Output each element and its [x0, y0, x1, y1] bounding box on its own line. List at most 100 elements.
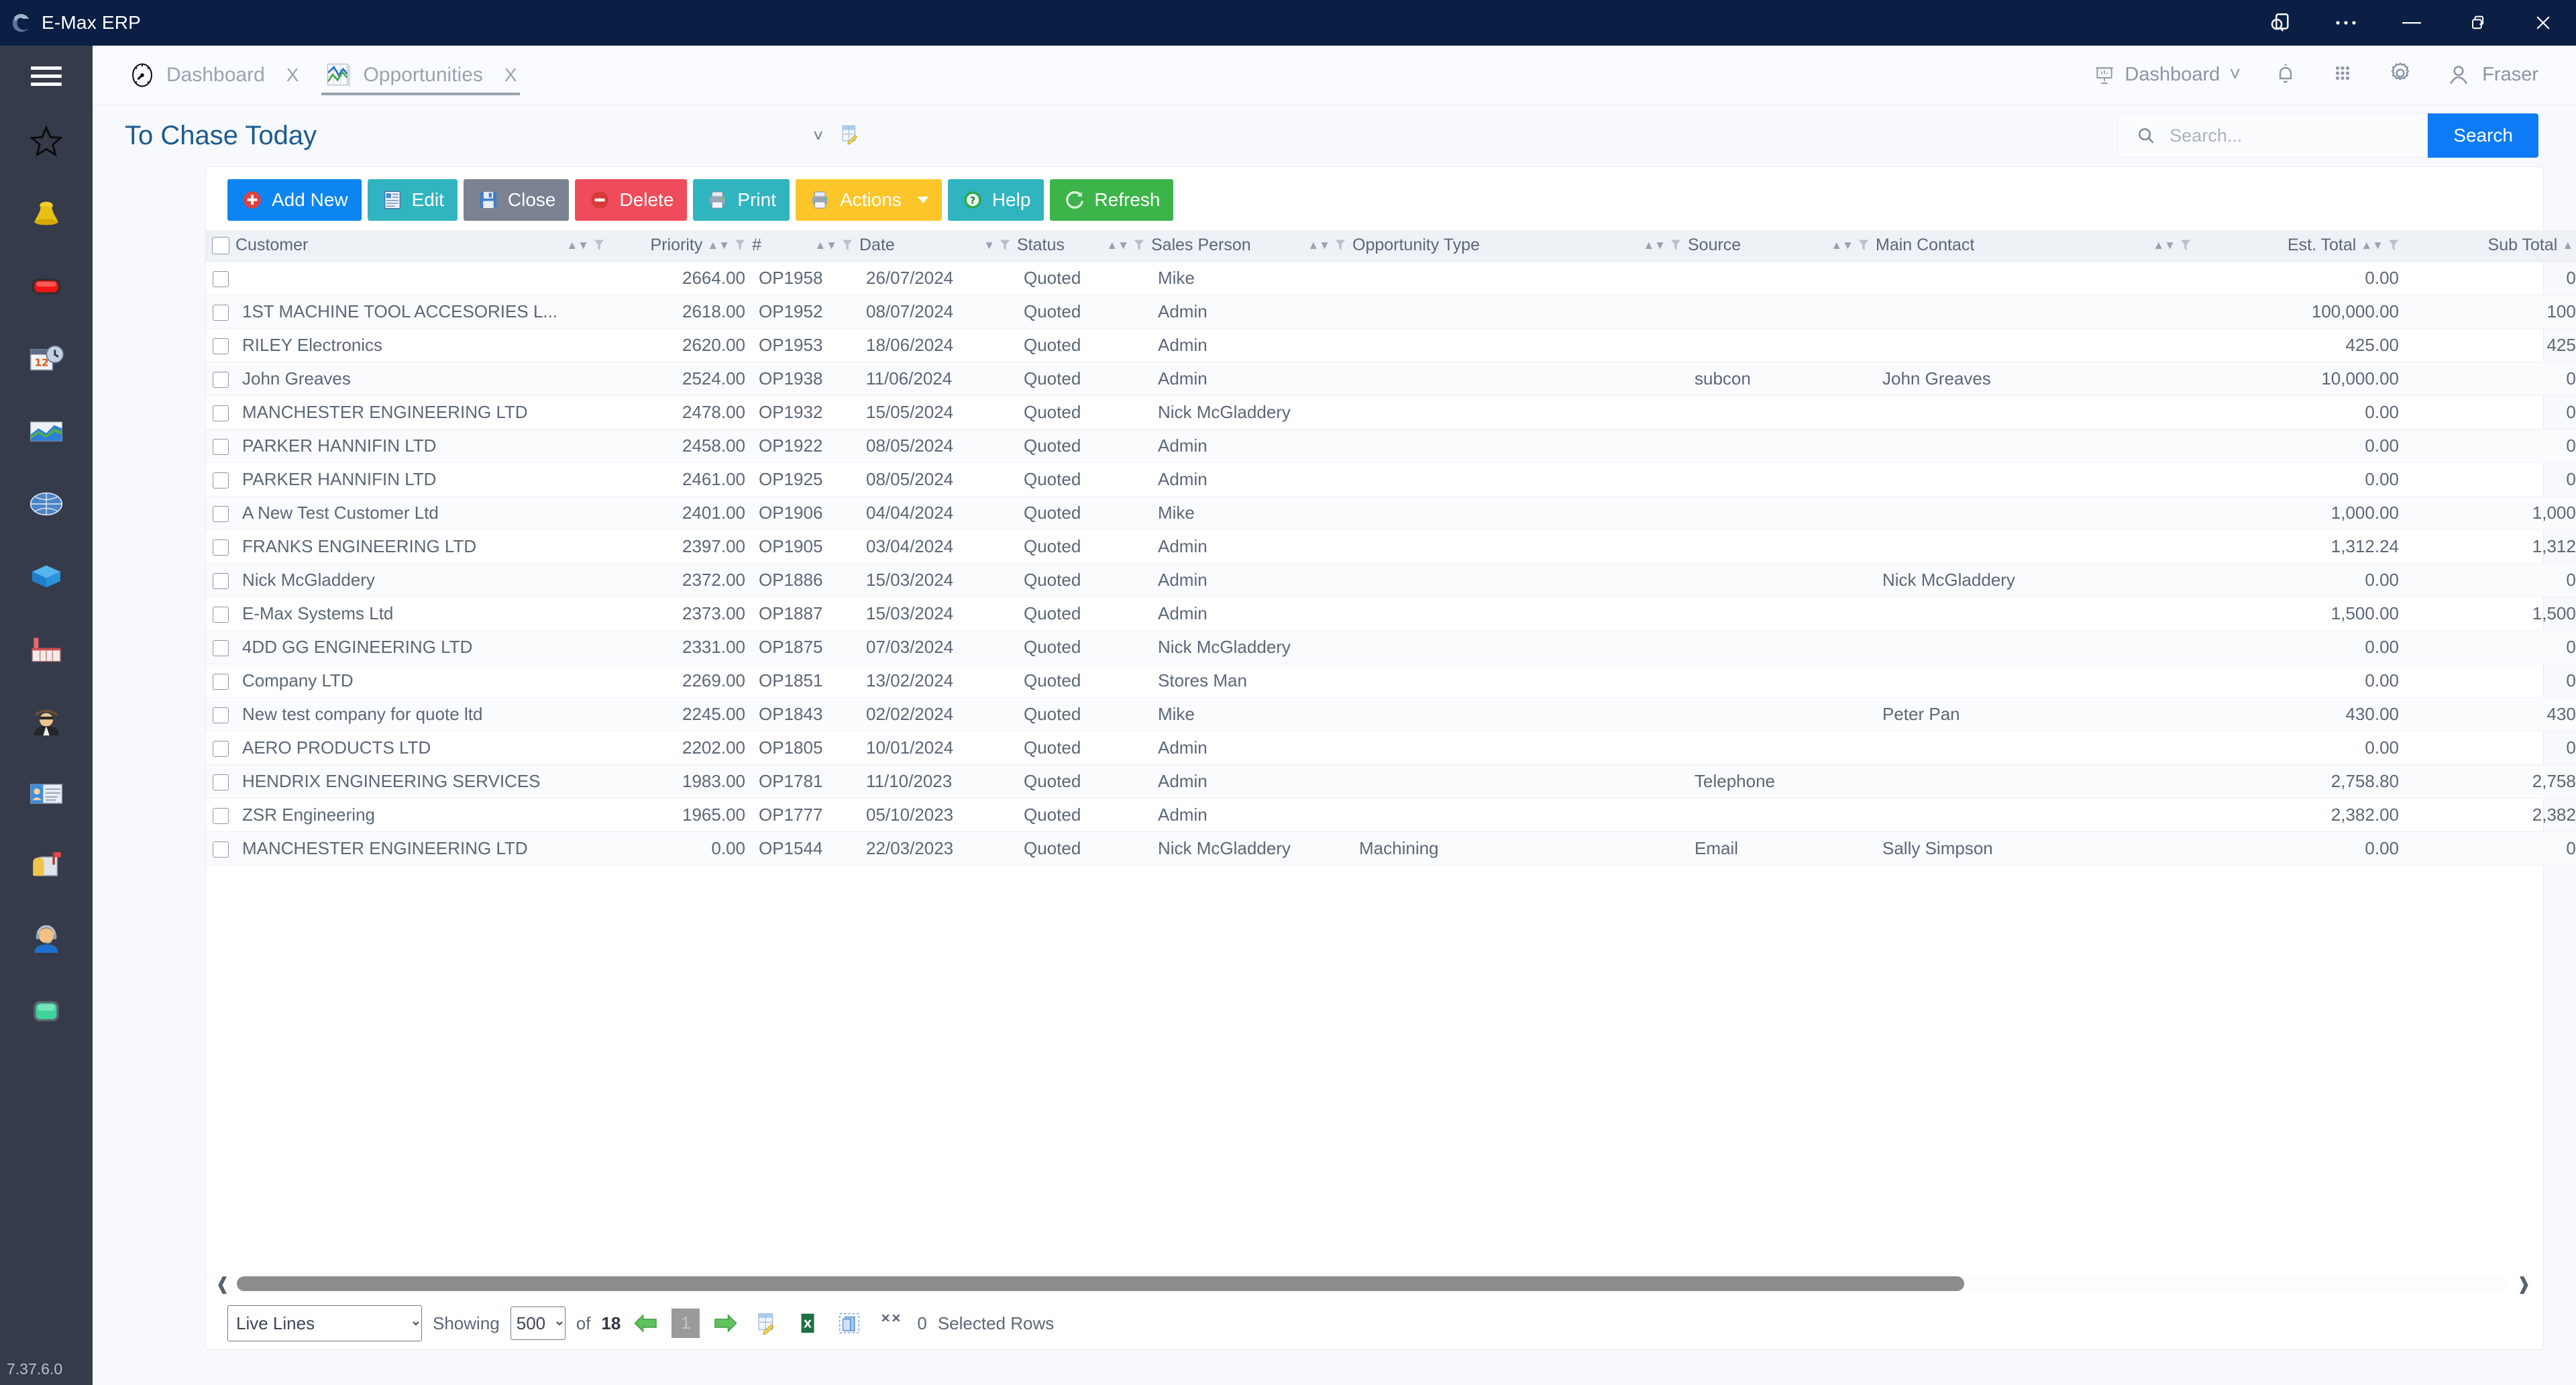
row-checkbox[interactable]: [213, 338, 229, 354]
table-row[interactable]: RILEY Electronics 2620.00 OP1953 18/06/2024…: [206, 328, 2576, 362]
sidebar-item-scheduling[interactable]: 12: [0, 323, 93, 395]
sort-icon[interactable]: ▲▼: [2361, 240, 2383, 251]
row-checkbox[interactable]: [213, 304, 229, 321]
more-options-icon[interactable]: [2313, 0, 2379, 46]
scroll-right-icon[interactable]: ❱: [2516, 1275, 2531, 1292]
sort-icon[interactable]: ▲▼: [1307, 240, 1330, 251]
table-row[interactable]: E-Max Systems Ltd 2373.00 OP1887 15/03/2024…: [206, 597, 2576, 631]
apps-button[interactable]: [2330, 61, 2355, 89]
filter-icon[interactable]: [1335, 239, 1346, 252]
row-select-cell[interactable]: [206, 563, 235, 597]
sort-icon[interactable]: ▲▼: [1643, 240, 1666, 251]
help-button[interactable]: ? Help: [947, 179, 1044, 221]
row-checkbox[interactable]: [213, 270, 229, 287]
search-box[interactable]: [2118, 113, 2428, 158]
scroll-left-icon[interactable]: ❰: [215, 1275, 230, 1292]
col-source[interactable]: Source ▲▼: [1688, 230, 1876, 262]
filter-icon[interactable]: [2180, 239, 2191, 252]
row-checkbox[interactable]: [213, 405, 229, 421]
sort-icon[interactable]: ▲▼: [566, 240, 589, 251]
filter-icon[interactable]: [1134, 239, 1144, 252]
view-select[interactable]: Live Lines: [227, 1305, 422, 1341]
sidebar-item-web[interactable]: [0, 468, 93, 540]
row-select-cell[interactable]: [206, 529, 235, 564]
sort-icon[interactable]: ▲▼: [2562, 240, 2576, 251]
sidebar-item-go[interactable]: [0, 975, 93, 1047]
table-row[interactable]: AERO PRODUCTS LTD 2202.00 OP1805 10/01/2024…: [206, 731, 2576, 765]
table-row[interactable]: Nick McGladdery 2372.00 OP1886 15/03/2024 Qu…: [206, 563, 2576, 597]
filter-icon[interactable]: [1670, 239, 1681, 252]
sort-icon[interactable]: ▼: [983, 240, 995, 251]
copy-button[interactable]: [834, 1311, 865, 1336]
row-select-cell[interactable]: [206, 697, 235, 731]
export-grid-button[interactable]: [751, 1311, 782, 1336]
row-select-cell[interactable]: [206, 831, 235, 866]
table-row[interactable]: MANCHESTER ENGINEERING LTD 2478.00 OP1932 1…: [206, 395, 2576, 429]
sidebar-item-production[interactable]: [0, 613, 93, 685]
sidebar-item-favourites[interactable]: [0, 105, 93, 178]
header-dashboard-menu[interactable]: Dashboard ˅: [2094, 64, 2241, 86]
sort-icon[interactable]: ▲▼: [1106, 240, 1129, 251]
print-button[interactable]: Print: [693, 179, 790, 221]
row-select-cell[interactable]: [206, 362, 235, 396]
table-row[interactable]: John Greaves 2524.00 OP1938 11/06/2024 Quote…: [206, 362, 2576, 396]
sidebar-item-support[interactable]: [0, 903, 93, 975]
table-row[interactable]: New test company for quote ltd 2245.00 OP1…: [206, 697, 2576, 731]
scroll-thumb[interactable]: [236, 1276, 1964, 1291]
table-row[interactable]: Company LTD 2269.00 OP1851 13/02/2024 Quoted…: [206, 664, 2576, 698]
delete-button[interactable]: Delete: [575, 179, 688, 221]
sidebar-item-employees[interactable]: [0, 685, 93, 758]
next-page-button[interactable]: [710, 1313, 740, 1334]
col-est-total[interactable]: Est. Total ▲▼: [2198, 230, 2406, 262]
row-checkbox[interactable]: [213, 707, 229, 723]
table-row[interactable]: HENDRIX ENGINEERING SERVICES 1983.00 OP178…: [206, 764, 2576, 799]
table-row[interactable]: PARKER HANNIFIN LTD 2458.00 OP1922 08/05/20…: [206, 429, 2576, 463]
edit-view-icon[interactable]: [838, 123, 861, 149]
row-checkbox[interactable]: [213, 639, 229, 656]
sidebar-item-contacts[interactable]: [0, 758, 93, 830]
page-size-select[interactable]: 500: [510, 1306, 566, 1340]
row-checkbox[interactable]: [213, 539, 229, 556]
minimize-icon[interactable]: [2379, 0, 2445, 46]
row-select-cell[interactable]: [206, 597, 235, 631]
sort-icon[interactable]: ▲▼: [2153, 240, 2176, 251]
col-date[interactable]: Date ▼: [859, 230, 1017, 262]
table-row[interactable]: 2664.00OP195826/07/2024QuotedMike 0.000.0…: [206, 261, 2576, 295]
filter-icon[interactable]: [842, 239, 853, 252]
sidebar-item-pin[interactable]: [0, 178, 93, 250]
row-select-cell[interactable]: [206, 395, 235, 429]
tab-dashboard[interactable]: Dashboard X: [125, 46, 301, 105]
sidebar-item-mail[interactable]: [0, 830, 93, 903]
actions-button[interactable]: Actions: [795, 179, 942, 221]
table-row[interactable]: MANCHESTER ENGINEERING LTD 0.00 OP1544 22/0…: [206, 831, 2576, 866]
edit-button[interactable]: Edit: [367, 179, 458, 221]
collapse-button[interactable]: [875, 1311, 906, 1336]
row-checkbox[interactable]: [213, 438, 229, 455]
table-row[interactable]: 1ST MACHINE TOOL ACCESORIES L... 2618.00 O…: [206, 295, 2576, 329]
select-all-checkbox[interactable]: [212, 236, 229, 254]
row-select-cell[interactable]: [206, 731, 235, 765]
table-row[interactable]: PARKER HANNIFIN LTD 2461.00 OP1925 08/05/20…: [206, 462, 2576, 497]
row-select-cell[interactable]: [206, 429, 235, 463]
search-button[interactable]: Search: [2428, 113, 2538, 158]
table-row[interactable]: A New Test Customer Ltd 2401.00 OP1906 04/0…: [206, 496, 2576, 530]
col-opportunity-type[interactable]: Opportunity Type ▲▼: [1352, 230, 1688, 262]
menu-hamburger-icon[interactable]: [31, 62, 62, 91]
search-document-icon[interactable]: [2247, 0, 2313, 46]
close-icon[interactable]: [2510, 0, 2576, 46]
row-select-cell[interactable]: [206, 764, 235, 799]
notifications-button[interactable]: [2273, 60, 2298, 89]
row-select-cell[interactable]: [206, 328, 235, 362]
horizontal-scrollbar[interactable]: ❰ ❱: [206, 1270, 2543, 1297]
row-select-cell[interactable]: [206, 664, 235, 698]
filter-icon[interactable]: [594, 239, 604, 252]
restore-icon[interactable]: [2445, 0, 2510, 46]
col-select-all[interactable]: [206, 230, 235, 262]
col-main-contact[interactable]: Main Contact ▲▼: [1876, 230, 2198, 262]
filter-icon[interactable]: [735, 239, 745, 252]
tab-close-icon[interactable]: X: [504, 64, 517, 86]
col-number[interactable]: # ▲▼: [752, 230, 859, 262]
row-select-cell[interactable]: [206, 496, 235, 530]
sort-icon[interactable]: ▲▼: [814, 240, 837, 251]
prev-page-button[interactable]: [631, 1313, 661, 1334]
